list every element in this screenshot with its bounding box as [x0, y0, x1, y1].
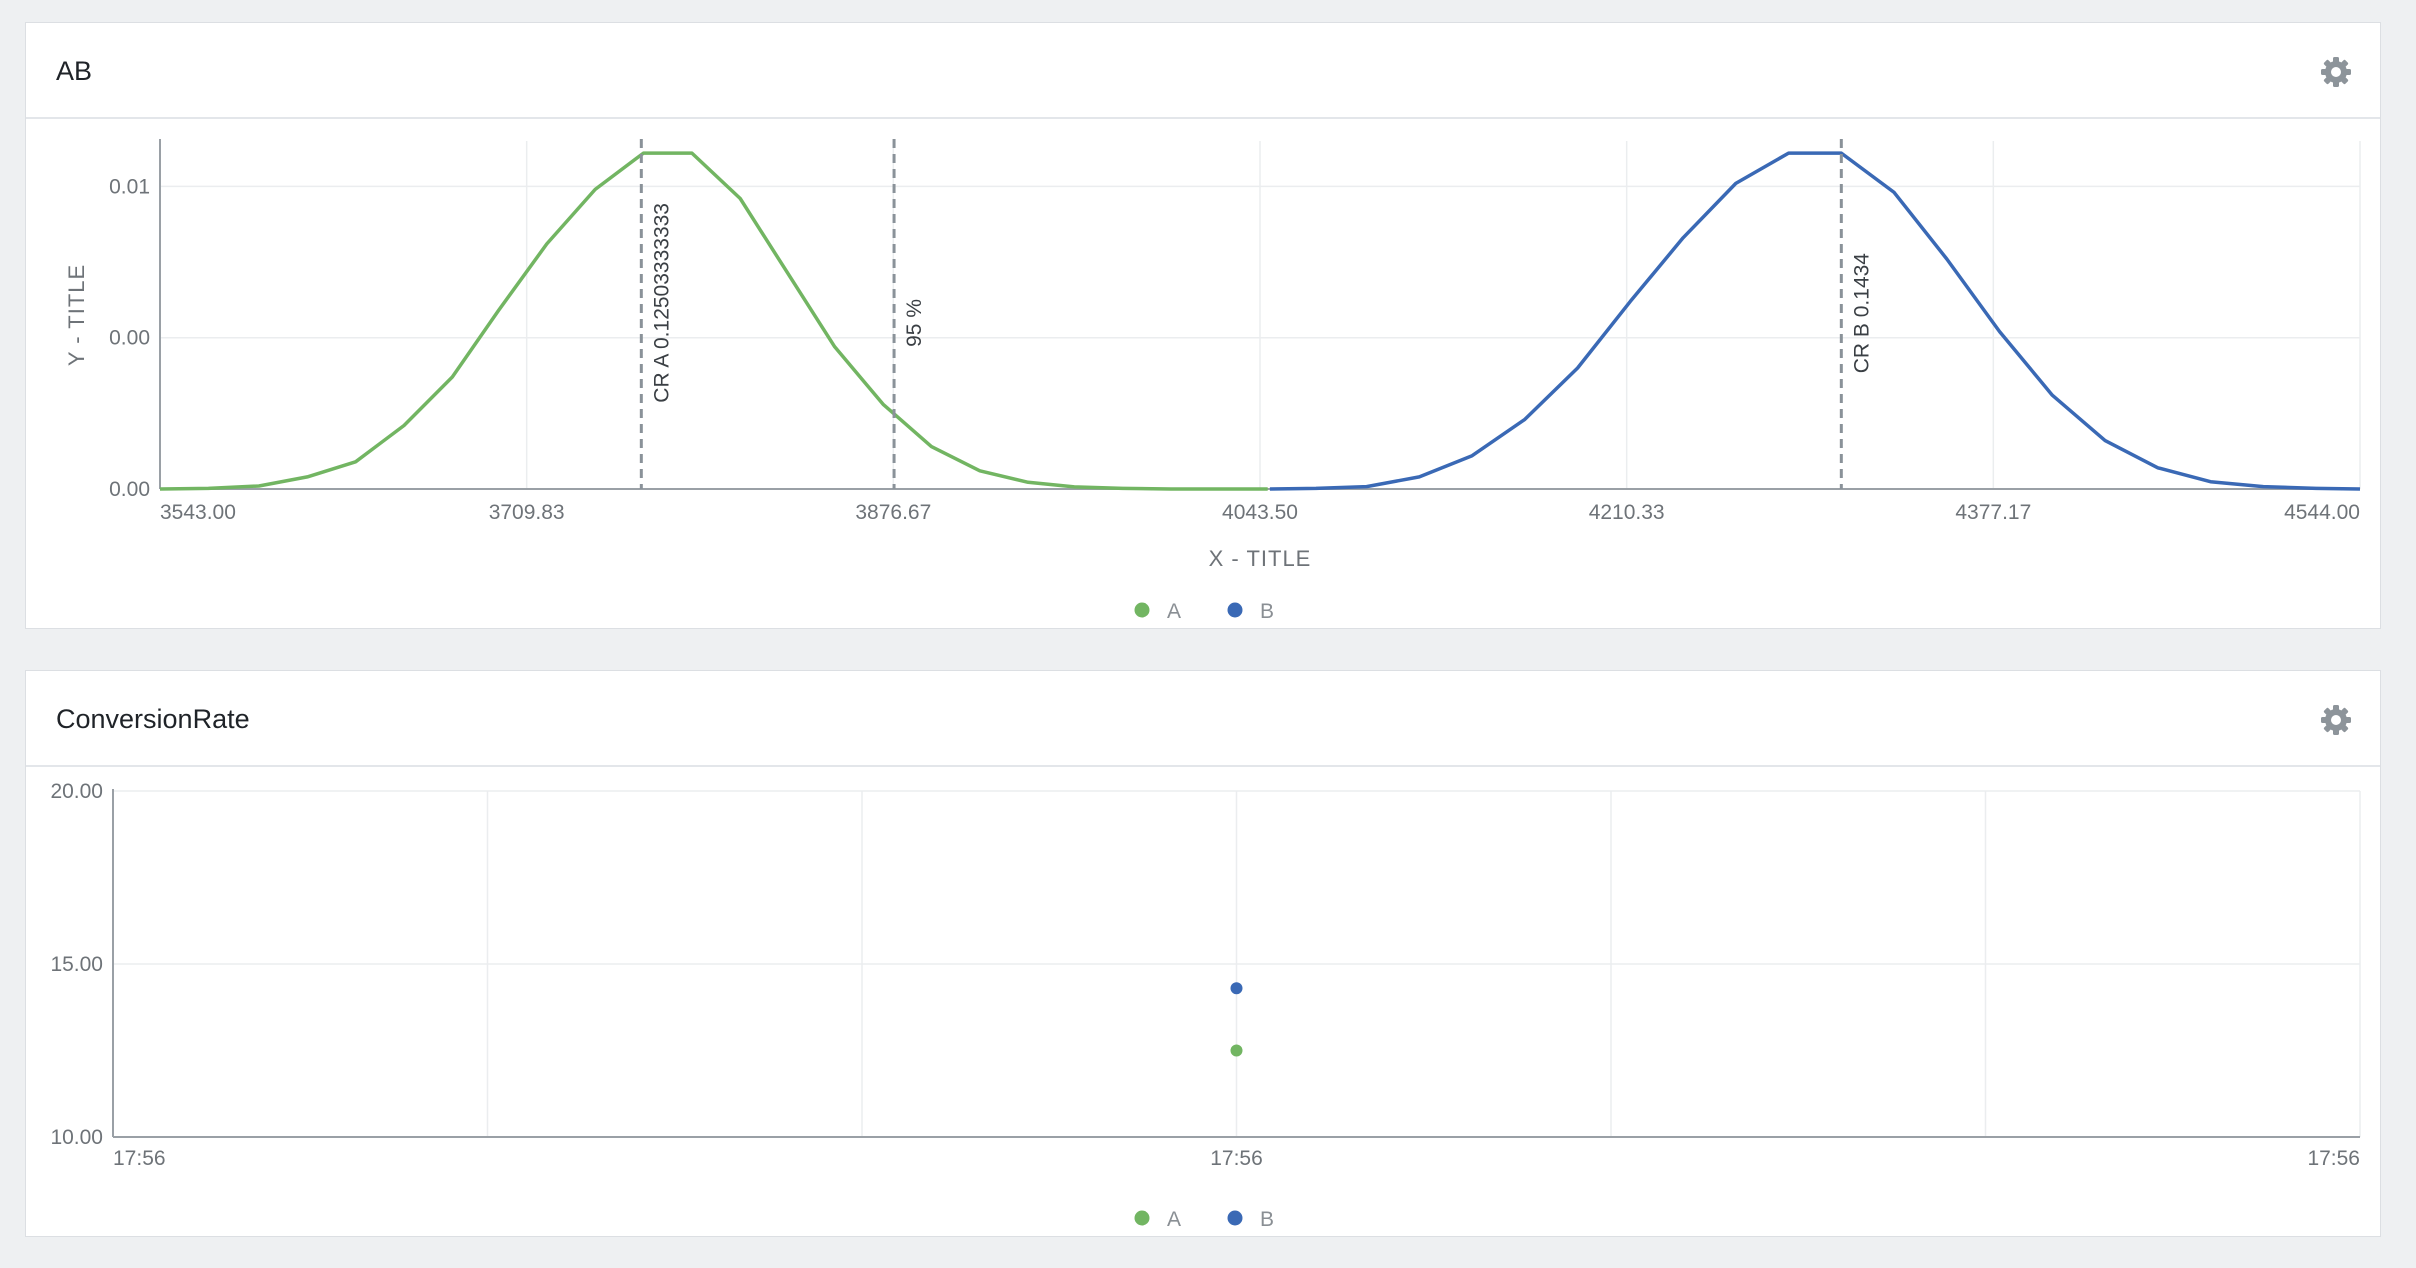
x-tick-label: 4377.17: [1955, 501, 2031, 524]
x-tick-label: 17:56: [2307, 1147, 2360, 1170]
y-tick-label: 0.00: [109, 478, 150, 501]
legend-marker-b: [1227, 1210, 1243, 1226]
x-tick-label: 3876.67: [855, 501, 931, 524]
x-tick-label: 4043.50: [1222, 501, 1298, 524]
legend-label-a: A: [1167, 1208, 1181, 1231]
x-tick-label: 17:56: [113, 1147, 166, 1170]
conversion-rate-chart: 10.00 15.00 20.00 17:56 17:56 17:56 A B: [50, 780, 2361, 1231]
x-axis-title: X - TITLE: [1209, 546, 1312, 571]
reference-line-label: 95 %: [903, 299, 926, 347]
x-tick-label: 3543.00: [160, 501, 236, 524]
reference-line-label: CR A 0.12503333333: [650, 203, 673, 403]
y-axis-title: Y - TITLE: [64, 264, 89, 366]
y-tick-label: 0.01: [109, 175, 150, 198]
series-line-a: [159, 151, 1268, 491]
conversion-rate-panel: ConversionRate 10.00 15.00 20.00 17:56 17:56…: [25, 670, 2381, 1237]
legend-label-b: B: [1260, 600, 1274, 623]
legend-label-a: A: [1167, 600, 1181, 623]
data-point-a: [1230, 1044, 1243, 1057]
x-tick-label: 4544.00: [2284, 501, 2360, 524]
series-line-b: [1269, 151, 2361, 491]
reference-line-label: CR B 0.1434: [1850, 253, 1873, 374]
ab-distribution-chart: 3543.00 3709.83 3876.67 4043.50 4210.33 4377.…: [64, 139, 2361, 623]
legend-label-b: B: [1260, 1208, 1274, 1231]
x-tick-label: 3709.83: [489, 501, 565, 524]
legend-marker-b: [1227, 602, 1243, 618]
x-tick-label: 17:56: [1210, 1147, 1263, 1170]
y-tick-label: 15.00: [50, 953, 103, 976]
ab-panel: A B 3543.00 3709.83 3876.67 4043.50 4210.33 43…: [25, 22, 2381, 629]
y-tick-label: 0.00: [109, 327, 150, 350]
y-tick-label: 10.00: [50, 1126, 103, 1149]
data-point-b: [1230, 982, 1243, 995]
y-tick-label: 20.00: [50, 780, 103, 803]
legend-marker-a: [1134, 1210, 1150, 1226]
legend-marker-a: [1134, 602, 1150, 618]
x-tick-label: 4210.33: [1589, 501, 1665, 524]
